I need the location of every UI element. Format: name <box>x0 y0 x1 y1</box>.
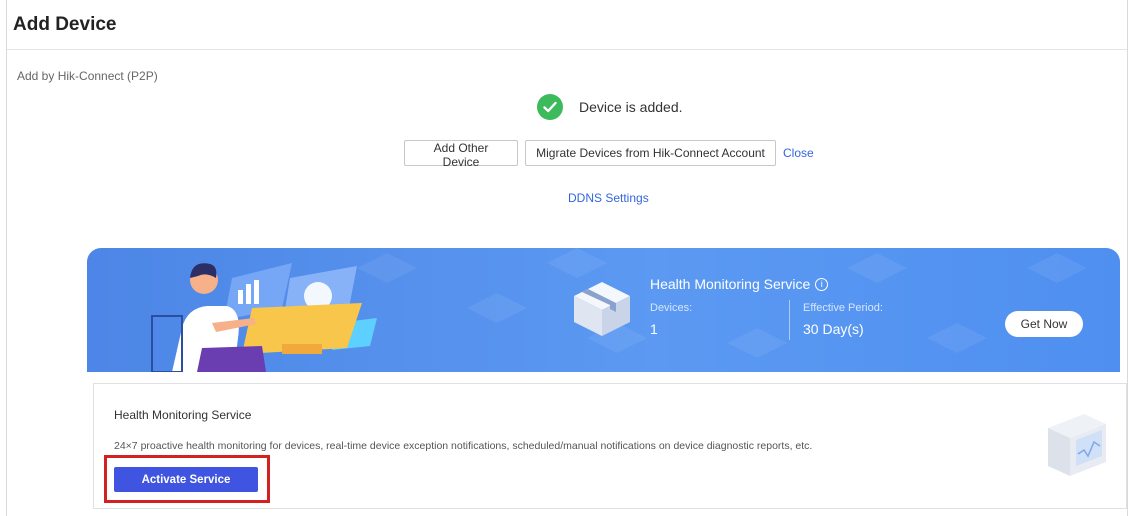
box-icon <box>574 282 630 336</box>
banner-title-text: Health Monitoring Service <box>650 276 811 292</box>
effective-period-label: Effective Period: <box>803 302 883 314</box>
banner-title: Health Monitoring Service i <box>650 276 829 292</box>
banner-divider <box>789 300 790 340</box>
ddns-settings-link[interactable]: DDNS Settings <box>568 191 649 205</box>
health-monitoring-banner: Health Monitoring Service i Devices: 1 E… <box>87 248 1120 372</box>
activate-service-button[interactable]: Activate Service <box>114 467 258 492</box>
get-now-button[interactable]: Get Now <box>1005 311 1083 337</box>
devices-value: 1 <box>650 321 658 337</box>
activate-highlight-box: Activate Service <box>104 455 270 503</box>
page-title: Add Device <box>13 14 117 35</box>
add-other-device-button[interactable]: Add Other Device <box>404 140 518 169</box>
add-device-panel: Add Device Add by Hik-Connect (P2P) Devi… <box>6 0 1128 516</box>
close-link[interactable]: Close <box>783 146 814 160</box>
person-at-desk-illustration <box>151 263 377 372</box>
check-circle-icon <box>537 94 563 120</box>
effective-period-value: 30 Day(s) <box>803 321 864 337</box>
service-card: Health Monitoring Service 24×7 proactive… <box>93 383 1127 509</box>
panel-header: Add Device <box>7 0 1127 50</box>
migrate-devices-button[interactable]: Migrate Devices from Hik-Connect Account <box>525 140 776 166</box>
devices-label: Devices: <box>650 302 693 314</box>
success-text: Device is added. <box>579 99 683 115</box>
add-method-label: Add by Hik-Connect (P2P) <box>17 69 158 83</box>
monitor-device-icon <box>1048 414 1106 476</box>
success-message: Device is added. <box>537 94 683 120</box>
info-icon[interactable]: i <box>815 277 829 291</box>
card-description: 24×7 proactive health monitoring for dev… <box>114 440 813 452</box>
card-title: Health Monitoring Service <box>114 408 252 422</box>
